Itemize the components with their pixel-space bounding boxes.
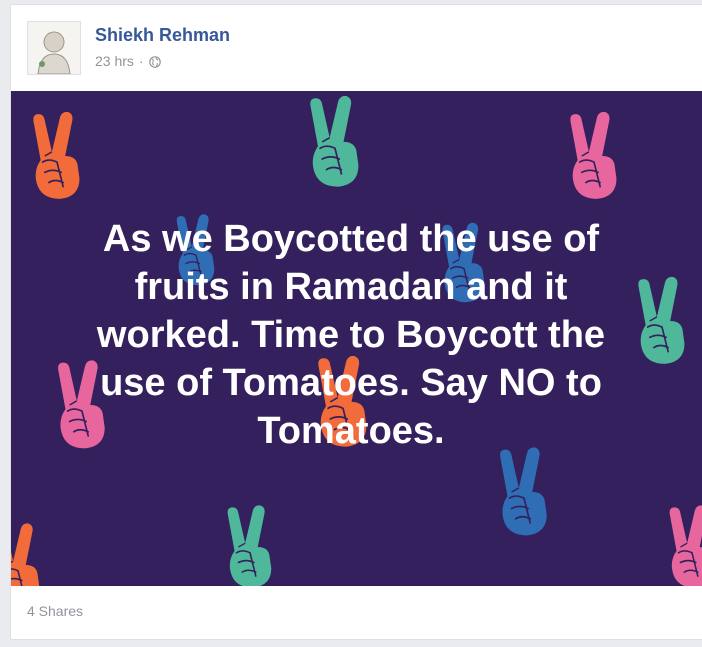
peace-hand-icon xyxy=(493,446,555,540)
post-card: Shiekh Rehman 23 hrs · As we Boycotted t… xyxy=(10,4,702,640)
shares-count[interactable]: 4 Shares xyxy=(27,603,83,619)
peace-hand-icon xyxy=(26,111,88,203)
peace-hand-icon xyxy=(11,521,47,586)
post-meta: 23 hrs · xyxy=(95,53,161,69)
peace-hand-icon xyxy=(663,503,702,586)
peace-hand-icon xyxy=(563,111,625,203)
peace-hand-icon xyxy=(221,503,279,586)
meta-separator: · xyxy=(138,53,144,69)
post-timestamp[interactable]: 23 hrs xyxy=(95,53,134,69)
post-image[interactable]: As we Boycotted the use of fruits in Ram… xyxy=(11,91,702,586)
avatar[interactable] xyxy=(27,21,81,75)
peace-hand-icon xyxy=(303,93,367,193)
globe-icon[interactable] xyxy=(148,55,161,68)
avatar-image xyxy=(28,22,80,74)
post-text: As we Boycotted the use of fruits in Ram… xyxy=(96,218,606,452)
author-name[interactable]: Shiekh Rehman xyxy=(95,25,230,46)
